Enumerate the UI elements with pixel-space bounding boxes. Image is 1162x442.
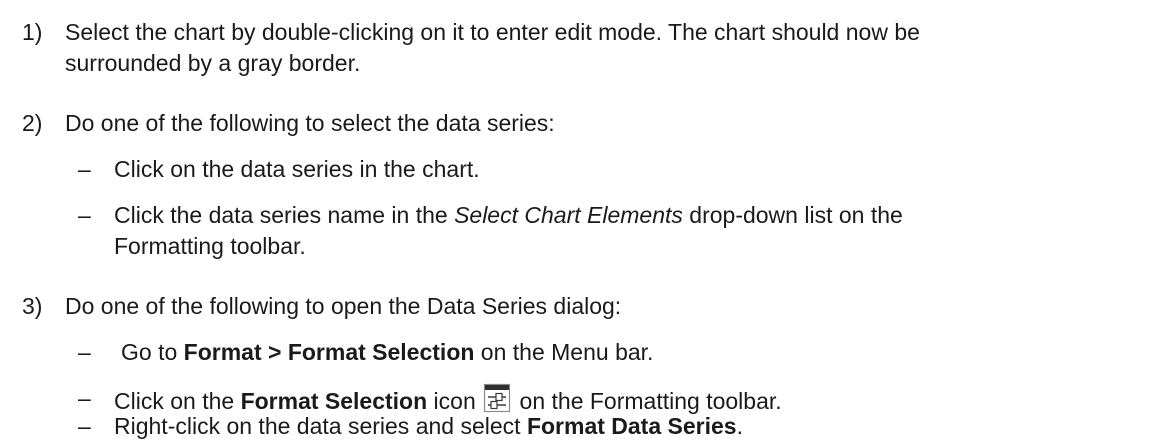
step-number: 3)	[22, 293, 43, 319]
text-run: Right-click on the data series and selec…	[114, 413, 527, 439]
option-text-line: Formatting toolbar.	[114, 233, 306, 259]
text-run: Click the data series name in the	[114, 202, 455, 228]
step-number: 1)	[22, 19, 43, 45]
text-run: on the Menu bar.	[474, 339, 654, 365]
step-text: Do one of the following to open the Data…	[65, 293, 622, 319]
option-text: Click the data series name in the Select…	[114, 200, 1160, 262]
instructions-document: 1) Select the chart by double-clicking o…	[0, 0, 1162, 439]
step-text-line: Select the chart by double-clicking on i…	[65, 19, 920, 45]
list-dash: –	[78, 413, 91, 439]
text-run: .	[736, 413, 743, 439]
option-text: Right-click on the data series and selec…	[114, 411, 1160, 442]
list-dash: –	[78, 385, 91, 411]
text-run: Go to	[121, 339, 184, 365]
select-chart-elements-term: Select Chart Elements	[454, 202, 683, 228]
menu-path-term: Format > Format Selection	[183, 339, 475, 365]
list-dash: –	[78, 156, 91, 182]
format-data-series-term: Format Data Series	[526, 413, 737, 439]
step-text-line: surrounded by a gray border.	[65, 50, 361, 76]
list-dash: –	[78, 202, 91, 228]
step-number: 2)	[22, 110, 43, 136]
format-selection-icon	[483, 383, 511, 413]
step-text: Do one of the following to select the da…	[65, 110, 555, 136]
option-text-line: Click the data series name in the Select…	[114, 200, 1160, 231]
option-text: Click on the data series in the chart.	[114, 156, 480, 182]
option-text: Go to Format > Format Selection on the M…	[121, 337, 1162, 368]
text-run: drop-down list on the	[682, 202, 903, 228]
step-text: Select the chart by double-clicking on i…	[65, 17, 1160, 79]
list-dash: –	[78, 339, 91, 365]
